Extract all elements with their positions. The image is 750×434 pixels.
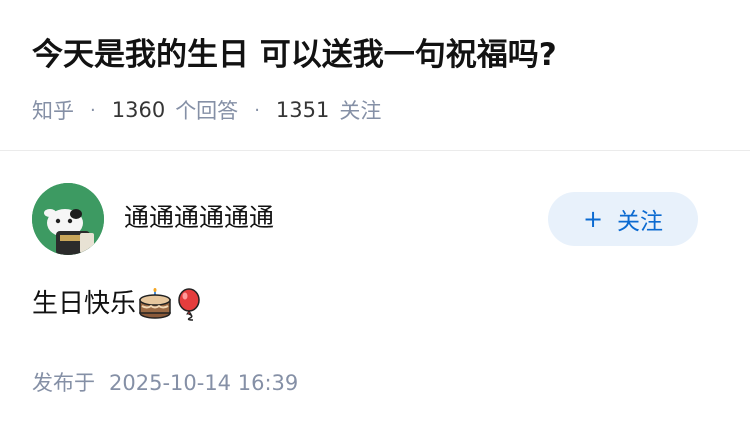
avatar-image bbox=[32, 183, 104, 255]
follow-button-label: 关注 bbox=[617, 209, 664, 235]
follow-button[interactable]: + 关注 bbox=[548, 192, 698, 246]
meta-separator: · bbox=[90, 99, 96, 121]
follower-count: 1351 bbox=[275, 98, 330, 122]
author-row: 通通通通通通 + 关注 bbox=[32, 183, 698, 257]
answer-count-label[interactable]: 个回答 bbox=[175, 95, 238, 125]
question-title[interactable]: 今天是我的生日 可以送我一句祝福吗? bbox=[32, 33, 557, 77]
answer-count: 1360 bbox=[111, 98, 166, 122]
answer-text: 生日快乐 bbox=[32, 289, 137, 319]
plus-icon: + bbox=[582, 205, 604, 233]
source-label[interactable]: 知乎 bbox=[32, 95, 74, 125]
question-meta: 知乎 · 1360 个回答 · 1351 关注 bbox=[32, 92, 381, 128]
meta-separator: · bbox=[254, 99, 260, 121]
follower-count-label: 关注 bbox=[339, 99, 382, 123]
publish-label: 发布于 bbox=[32, 371, 95, 395]
author-name[interactable]: 通通通通通通 bbox=[124, 201, 274, 235]
question-header: 今天是我的生日 可以送我一句祝福吗? 知乎 · 1360 个回答 · 1351 … bbox=[0, 0, 750, 151]
publish-time: 2025-10-14 16:39 bbox=[109, 371, 299, 395]
avatar[interactable] bbox=[32, 183, 104, 255]
answer-content: 生日快乐 bbox=[32, 284, 208, 324]
balloon-icon bbox=[174, 287, 208, 321]
publish-meta: 发布于 2025-10-14 16:39 bbox=[32, 366, 298, 400]
birthday-cake-icon bbox=[138, 287, 172, 321]
